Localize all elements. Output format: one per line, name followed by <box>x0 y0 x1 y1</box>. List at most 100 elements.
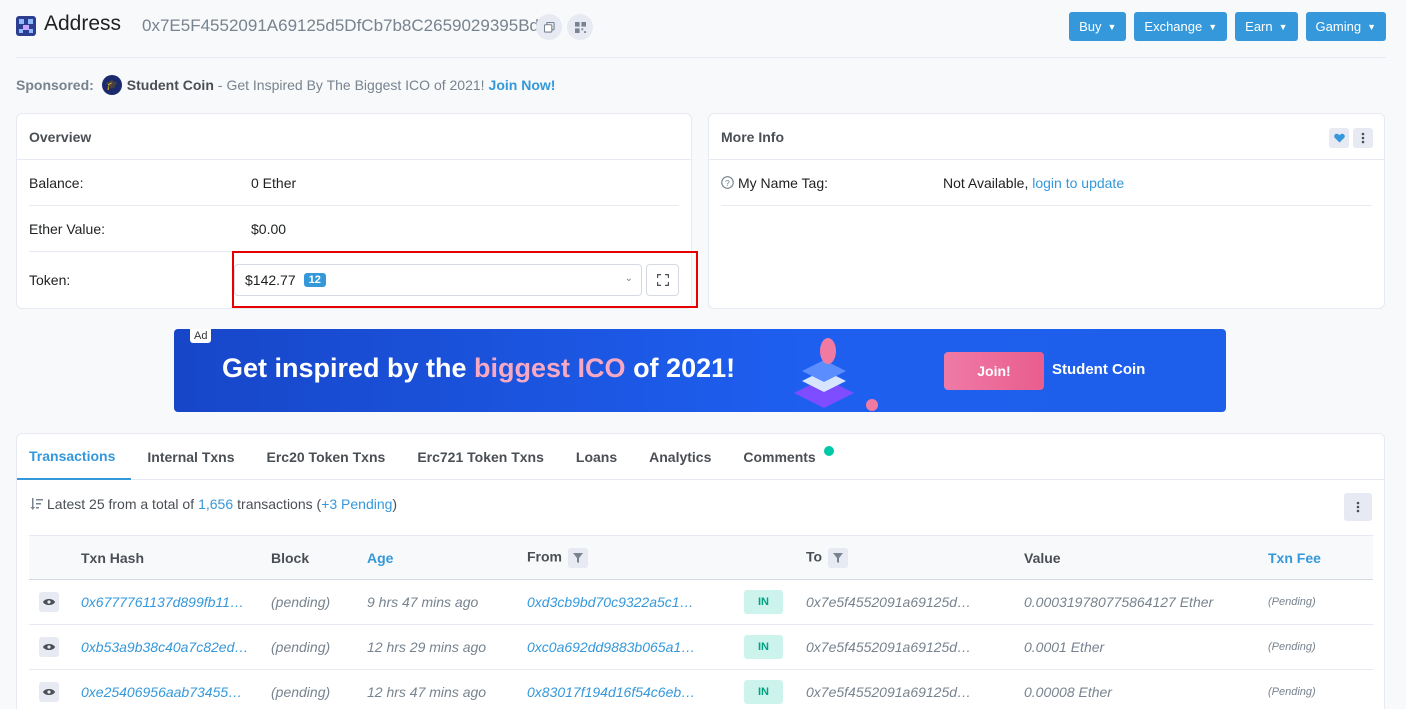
tab-erc721-token-txns[interactable]: Erc721 Token Txns <box>405 434 560 480</box>
header-to: To <box>806 548 823 565</box>
gaming-label: Gaming <box>1315 19 1362 34</box>
tab-erc20-token-txns[interactable]: Erc20 Token Txns <box>255 434 402 480</box>
header-block: Block <box>271 549 310 566</box>
header-txn-fee[interactable]: Txn Fee <box>1268 536 1373 580</box>
table-row: 0xb53a9b38c40a7c82ed… (pending) 12 hrs 2… <box>29 625 1373 670</box>
view-details-button[interactable] <box>39 637 59 657</box>
to-address-cell: 0x7e5f4552091a69125d… <box>806 684 972 700</box>
sponsored-text: - Get Inspired By The Biggest ICO of 202… <box>217 77 485 93</box>
chevron-down-icon: ▼ <box>1278 21 1288 32</box>
table-options-button[interactable] <box>1344 493 1372 521</box>
age-cell: 12 hrs 47 mins ago <box>367 684 487 700</box>
direction-badge: IN <box>744 680 783 704</box>
eye-icon <box>43 644 55 650</box>
age-cell: 9 hrs 47 mins ago <box>367 594 479 610</box>
to-address-cell: 0x7e5f4552091a69125d… <box>806 639 972 655</box>
tab-transactions[interactable]: Transactions <box>17 434 132 480</box>
qr-code-button[interactable] <box>567 14 593 40</box>
sort-desc-icon <box>30 498 43 510</box>
chevron-down-icon: ▼ <box>1208 21 1218 32</box>
to-filter-button[interactable] <box>828 547 849 568</box>
header-from-cell: From <box>527 536 744 580</box>
from-address-link[interactable]: 0xc0a692dd9883b065a1… <box>527 639 695 655</box>
page-header: Address 0x7E5F4552091A69125d5DfCb7b8C265… <box>16 8 1386 58</box>
header-to-cell: To <box>806 536 1024 580</box>
token-expand-button[interactable] <box>646 264 679 296</box>
to-address-cell: 0x7e5f4552091a69125d… <box>806 594 972 610</box>
sponsored-brand[interactable]: Student Coin <box>127 77 214 93</box>
sponsored-join-link[interactable]: Join Now! <box>489 77 556 93</box>
address-hash: 0x7E5F4552091A69125d5DfCb7b8C2659029395B… <box>142 16 544 35</box>
from-address-link[interactable]: 0xd3cb9bd70c9322a5c1… <box>527 594 694 610</box>
block-cell: (pending) <box>271 684 331 700</box>
header-from: From <box>527 548 562 565</box>
table-row: 0x6777761137d899fb11… (pending) 9 hrs 47… <box>29 580 1373 625</box>
value-cell: 0.0001 Ether <box>1024 639 1105 655</box>
top-nav: Buy ▼ Exchange ▼ Earn ▼ Gaming ▼ <box>1069 12 1386 41</box>
filter-icon <box>573 552 583 563</box>
token-holdings-dropdown[interactable]: $142.77 12 ⌄ <box>234 264 642 296</box>
help-icon: ? <box>721 176 734 189</box>
ad-text-highlight: biggest ICO <box>474 353 626 383</box>
login-to-update-link[interactable]: login to update <box>1032 175 1124 191</box>
tab-loans[interactable]: Loans <box>564 434 633 480</box>
qr-code-icon <box>574 21 586 33</box>
buy-label: Buy <box>1079 19 1102 34</box>
filter-icon <box>833 552 844 563</box>
fee-cell: (Pending) <box>1268 596 1316 608</box>
balance-label: Balance: <box>29 174 84 191</box>
direction-badge: IN <box>744 635 783 659</box>
exchange-label: Exchange <box>1144 19 1203 34</box>
pending-transactions-link[interactable]: +3 Pending <box>321 496 392 512</box>
txn-hash-link[interactable]: 0xb53a9b38c40a7c82ed… <box>81 639 248 655</box>
copy-icon <box>543 21 555 33</box>
buy-dropdown[interactable]: Buy ▼ <box>1069 12 1127 41</box>
txn-hash-link[interactable]: 0xe25406956aab73455… <box>81 684 242 700</box>
transactions-summary: Latest 25 from a total of 1,656 transact… <box>29 496 397 512</box>
ad-join-button[interactable]: Join! <box>944 352 1044 390</box>
overview-title: Overview <box>17 114 691 160</box>
tab-comments[interactable]: Comments <box>731 434 835 480</box>
fee-cell: (Pending) <box>1268 641 1316 653</box>
exchange-dropdown[interactable]: Exchange ▼ <box>1134 12 1228 41</box>
view-details-button[interactable] <box>39 592 59 612</box>
page-title: Address <box>44 12 122 35</box>
ad-text-post: of 2021! <box>625 353 736 383</box>
more-info-menu-button[interactable] <box>1353 128 1373 148</box>
direction-badge: IN <box>744 590 783 614</box>
favorite-button[interactable] <box>1329 128 1349 148</box>
ad-text-pre: Get inspired by the <box>222 353 475 383</box>
summary-pre: Latest 25 from a total of <box>47 496 195 512</box>
chevron-down-icon: ▼ <box>1367 21 1376 32</box>
token-label: Token: <box>29 272 71 288</box>
chevron-down-icon: ⌄ <box>624 273 633 284</box>
more-info-title: More Info <box>709 114 1384 160</box>
ad-banner[interactable]: Ad Get inspired by the biggest ICO of 20… <box>174 329 1226 412</box>
ad-tag: Ad <box>190 329 212 343</box>
view-details-button[interactable] <box>39 682 59 702</box>
tab-internal-txns[interactable]: Internal Txns <box>135 434 250 480</box>
eye-icon <box>43 689 55 695</box>
name-tag-label: My Name Tag: <box>738 174 828 191</box>
more-vertical-icon <box>1356 501 1360 513</box>
header-age[interactable]: Age <box>367 536 527 580</box>
name-tag-value: Not Available, <box>943 174 1029 191</box>
name-tag-label-wrap: ? My Name Tag: <box>721 175 943 191</box>
txn-hash-link[interactable]: 0x6777761137d899fb11… <box>81 594 244 610</box>
copy-address-button[interactable] <box>536 14 562 40</box>
sponsored-line: Sponsored: 🎓 Student Coin - Get Inspired… <box>16 74 555 96</box>
total-transactions-link[interactable]: 1,656 <box>198 496 233 512</box>
ad-headline: Get inspired by the biggest ICO of 2021! <box>222 353 735 384</box>
name-tag-row: ? My Name Tag: Not Available, login to u… <box>721 160 1372 206</box>
chevron-down-icon: ▼ <box>1107 21 1117 32</box>
from-address-link[interactable]: 0x83017f194d16f54c6eb… <box>527 684 695 700</box>
earn-dropdown[interactable]: Earn ▼ <box>1235 12 1298 41</box>
gaming-dropdown[interactable]: Gaming ▼ <box>1305 12 1386 41</box>
notification-dot <box>823 446 834 456</box>
from-filter-button[interactable] <box>568 547 588 568</box>
balance-row: Balance: 0 Ether <box>29 160 679 206</box>
balance-value: 0 Ether <box>251 174 297 191</box>
value-cell: 0.000319780775864127 Ether <box>1024 594 1214 610</box>
token-value: $142.77 <box>245 272 296 288</box>
tab-analytics[interactable]: Analytics <box>637 434 727 480</box>
